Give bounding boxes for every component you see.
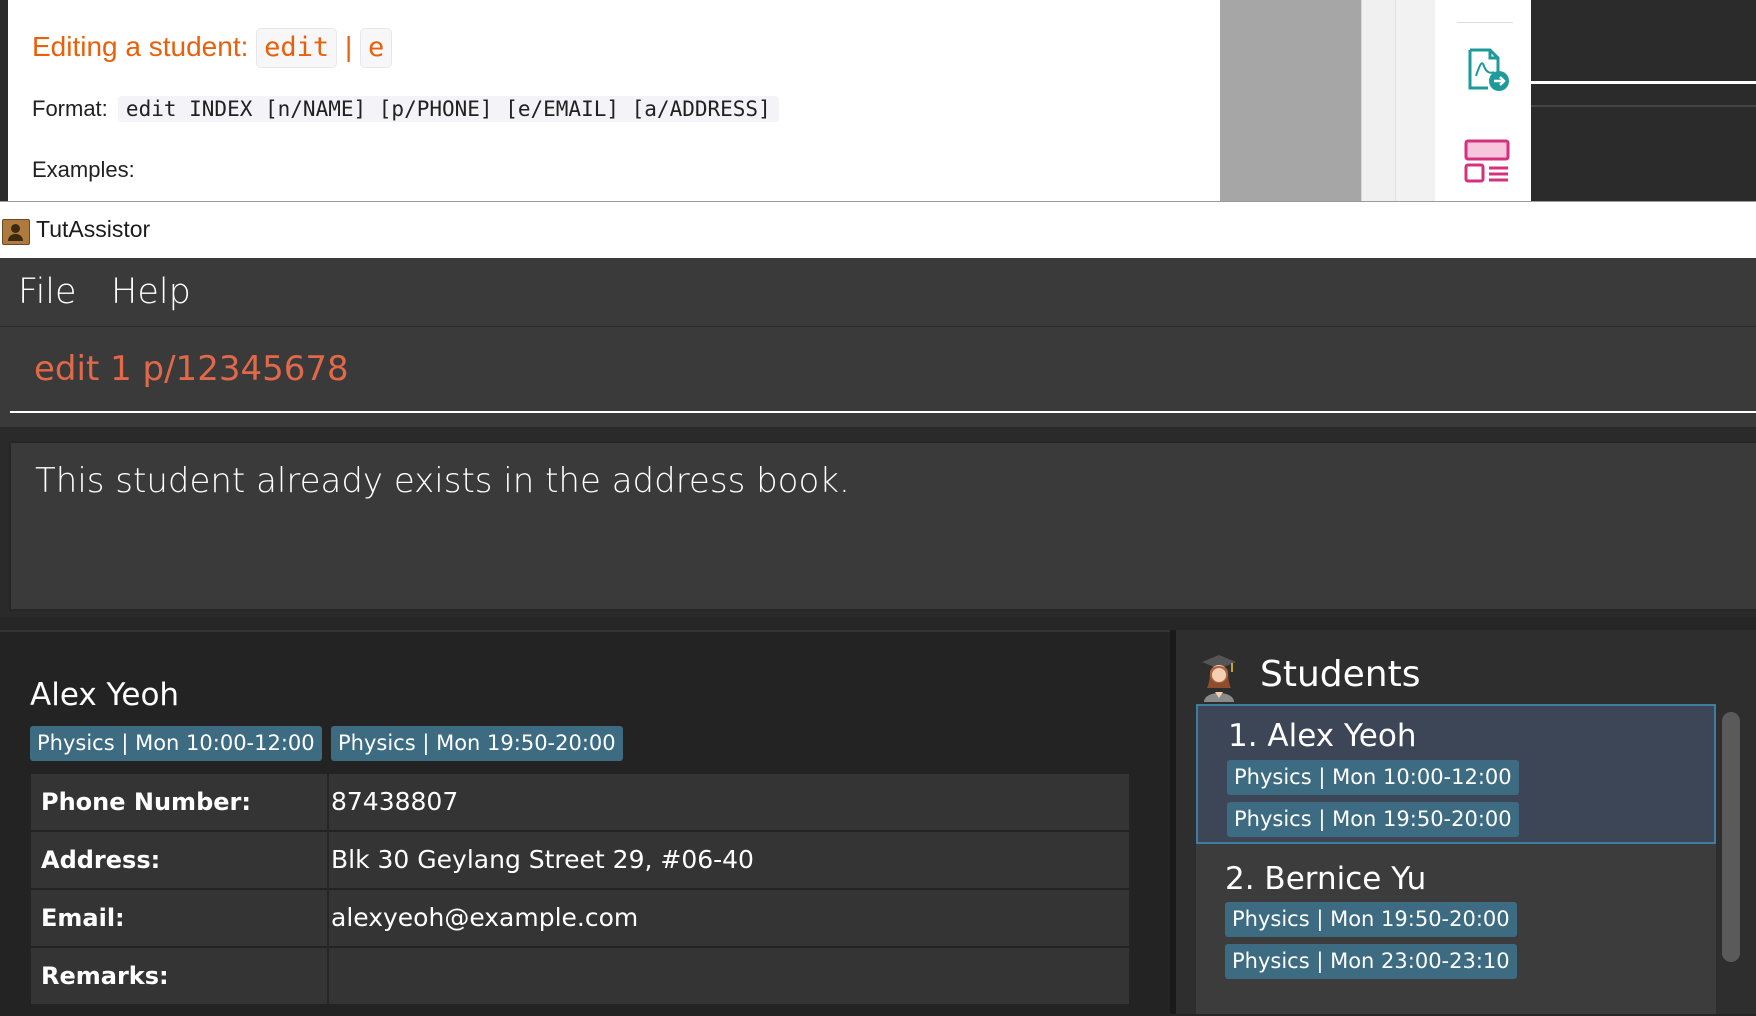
graduate-student-icon xyxy=(1202,655,1236,702)
background-window-divider xyxy=(1531,81,1756,84)
details-row-remarks: Remarks: xyxy=(31,948,1129,1004)
details-table: Phone Number: 87438807 Address: Blk 30 G… xyxy=(31,774,1129,1006)
guide-format-line: Format: edit INDEX [n/NAME] [p/PHONE] [e… xyxy=(32,96,779,122)
menu-file[interactable]: File xyxy=(18,272,77,312)
result-display-container: This student already exists in the addre… xyxy=(0,427,1756,617)
details-value: Blk 30 Geylang Street 29, #06-40 xyxy=(331,845,754,874)
details-label: Phone Number: xyxy=(31,774,329,830)
app-logo-icon xyxy=(2,219,30,245)
window-titlebar[interactable]: TutAssistor xyxy=(0,201,1756,259)
details-tag: Physics | Mon 10:00-12:00 xyxy=(30,726,322,761)
student-list-scrollbar[interactable] xyxy=(1722,712,1740,962)
background-dark-window xyxy=(1531,0,1756,201)
details-label: Remarks: xyxy=(31,948,329,1004)
student-card-tag: Physics | Mon 19:50-20:00 xyxy=(1225,902,1517,937)
student-details-panel: Alex Yeoh Physics | Mon 10:00-12:00 Phys… xyxy=(0,630,1170,1016)
students-list-title: Students xyxy=(1260,654,1421,695)
student-list[interactable]: 1. Alex Yeoh Physics | Mon 10:00-12:00 P… xyxy=(1196,704,1716,1014)
details-student-name: Alex Yeoh xyxy=(30,677,180,713)
details-row-phone: Phone Number: 87438807 xyxy=(31,774,1129,830)
toolbar-divider xyxy=(1457,22,1513,23)
guide-format-label: Format: xyxy=(32,96,108,121)
window-title: TutAssistor xyxy=(36,216,151,242)
command-input[interactable] xyxy=(10,327,1756,413)
guide-format-code: edit INDEX [n/NAME] [p/PHONE] [e/EMAIL] … xyxy=(117,96,779,122)
student-card-tag: Physics | Mon 19:50-20:00 xyxy=(1227,802,1519,837)
browser-scrollbar-secondary[interactable] xyxy=(1395,0,1436,201)
student-card-tag: Physics | Mon 23:00-23:10 xyxy=(1225,944,1517,979)
user-guide-browser: Editing a student: edit | e Format: edit… xyxy=(0,0,1756,201)
details-tag: Physics | Mon 19:50-20:00 xyxy=(331,726,623,761)
background-window-divider-2 xyxy=(1531,105,1756,107)
students-panel: Students 1. Alex Yeoh Physics | Mon 10:0… xyxy=(1176,630,1756,1014)
student-card[interactable]: 2. Bernice Yu Physics | Mon 19:50-20:00 … xyxy=(1196,846,1716,986)
guide-heading-text: Editing a student: xyxy=(32,31,249,62)
guide-command-chip-e: e xyxy=(360,28,393,68)
guide-examples-label: Examples: xyxy=(32,157,135,182)
student-card-tag: Physics | Mon 10:00-12:00 xyxy=(1227,760,1519,795)
details-value xyxy=(331,948,1129,1004)
browser-scrollbar[interactable] xyxy=(1361,0,1396,201)
student-card-name: 1. Alex Yeoh xyxy=(1228,718,1417,754)
details-value: alexyeoh@example.com xyxy=(331,903,639,932)
browser-gray-panel xyxy=(1220,0,1361,201)
student-card-name: 2. Bernice Yu xyxy=(1225,861,1427,897)
guide-command-chip-edit: edit xyxy=(256,28,338,68)
details-value: 87438807 xyxy=(331,787,459,816)
browser-side-toolbar xyxy=(1435,0,1531,201)
menu-help[interactable]: Help xyxy=(111,272,191,312)
result-display: This student already exists in the addre… xyxy=(9,441,1756,611)
details-label: Address: xyxy=(31,832,329,888)
user-guide-page: Editing a student: edit | e Format: edit… xyxy=(8,0,1220,201)
command-box xyxy=(0,327,1756,427)
details-row-address: Address: Blk 30 Geylang Street 29, #06-4… xyxy=(31,832,1129,888)
guide-heading: Editing a student: edit | e xyxy=(32,28,393,68)
guide-heading-separator: | xyxy=(344,31,353,62)
layout-icon[interactable] xyxy=(1463,138,1511,186)
result-message: This student already exists in the addre… xyxy=(35,461,850,501)
menu-bar: File Help xyxy=(0,258,1756,327)
pdf-export-icon[interactable] xyxy=(1464,46,1512,94)
details-label: Email: xyxy=(31,890,329,946)
details-row-email: Email: alexyeoh@example.com xyxy=(31,890,1129,946)
student-card-selected[interactable]: 1. Alex Yeoh Physics | Mon 10:00-12:00 P… xyxy=(1196,704,1716,844)
